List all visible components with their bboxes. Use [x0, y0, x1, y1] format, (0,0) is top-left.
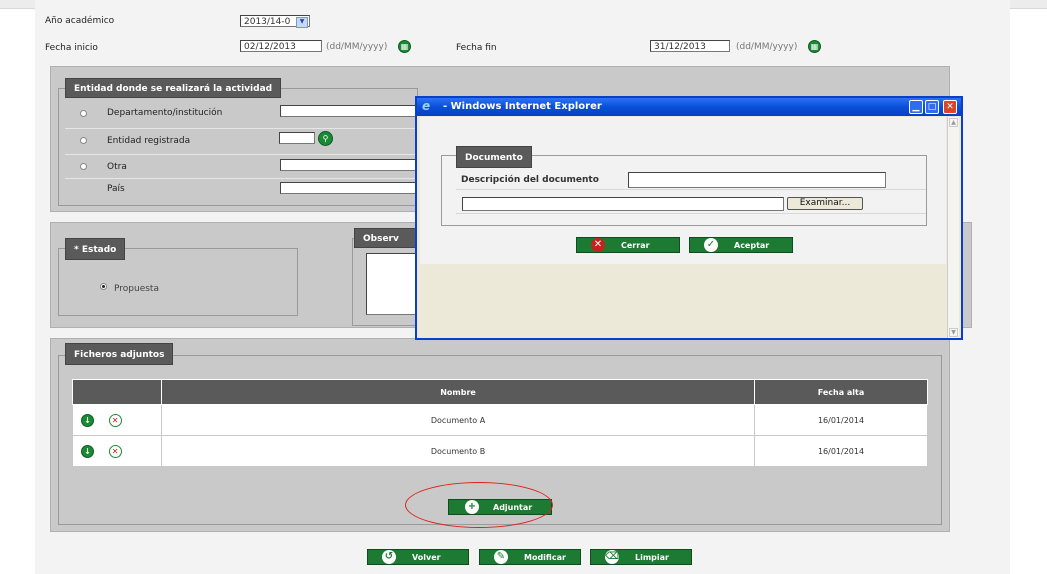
fecha-inicio-input[interactable]: 02/12/2013 [240, 40, 322, 52]
documento-legend: Documento [456, 146, 532, 168]
anio-select-value: 2013/14-0 [244, 17, 291, 27]
cerrar-button[interactable]: ✕ Cerrar [576, 237, 680, 253]
check-icon: ✓ [704, 238, 718, 252]
modificar-label: Modificar [524, 553, 566, 562]
descripcion-label: Descripción del documento [461, 175, 599, 185]
fecha-fin-hint: (dd/MM/yyyy) [736, 42, 798, 52]
ficheros-table: Nombre Fecha alta ↓ ✕ Documento A 16/01/… [72, 379, 928, 467]
scroll-up-icon[interactable]: ▲ [949, 118, 958, 127]
radio-propuesta[interactable] [100, 283, 107, 290]
anio-label: Año académico [45, 16, 115, 26]
volver-label: Volver [412, 553, 441, 562]
aceptar-button[interactable]: ✓ Aceptar [689, 237, 793, 253]
table-row: ↓ ✕ Documento A 16/01/2014 [72, 404, 928, 436]
close-icon[interactable]: ✕ [943, 100, 957, 114]
estado-legend: * Estado [65, 238, 126, 260]
cell-nombre: Documento A [161, 404, 755, 436]
calendar-icon[interactable]: ▦ [398, 40, 411, 53]
cell-fecha: 16/01/2014 [754, 404, 928, 436]
limpiar-label: Limpiar [635, 553, 669, 562]
dialog-title: - Windows Internet Explorer [443, 101, 602, 112]
radio-entidad-registrada-label: Entidad registrada [107, 136, 191, 146]
back-icon: ↺ [382, 550, 396, 564]
entidad-registrada-input[interactable] [279, 132, 315, 144]
column-header-actions [72, 379, 162, 405]
cerrar-label: Cerrar [621, 241, 650, 250]
divider [65, 178, 415, 179]
ie-logo-icon: e [422, 99, 431, 113]
radio-otra-label: Otra [107, 162, 127, 172]
column-header-fecha: Fecha alta [754, 379, 928, 405]
departamento-input[interactable] [280, 105, 416, 117]
radio-otra[interactable] [80, 163, 87, 170]
pais-label: País [107, 184, 125, 194]
delete-icon[interactable]: ✕ [108, 413, 122, 427]
dialog-body: Documento Descripción del documento Exam… [420, 117, 946, 264]
pais-input[interactable] [280, 182, 416, 194]
ie-dialog: e - Windows Internet Explorer ▁ □ ✕ Docu… [415, 96, 963, 340]
modificar-button[interactable]: ✎ Modificar [479, 549, 581, 565]
divider [456, 189, 926, 190]
otra-input[interactable] [280, 159, 416, 171]
ficheros-legend: Ficheros adjuntos [65, 343, 174, 365]
annotation-ellipse [405, 482, 553, 528]
divider [456, 213, 926, 214]
table-row: ↓ ✕ Documento B 16/01/2014 [72, 435, 928, 467]
divider [65, 128, 415, 129]
calendar-icon[interactable]: ▦ [808, 40, 821, 53]
minimize-icon[interactable]: ▁ [909, 100, 923, 114]
fecha-inicio-hint: (dd/MM/yyyy) [326, 42, 388, 52]
radio-departamento-label: Departamento/institución [107, 108, 223, 118]
volver-button[interactable]: ↺ Volver [367, 549, 469, 565]
descripcion-input[interactable] [628, 172, 886, 188]
close-circle-icon: ✕ [591, 238, 605, 252]
column-header-nombre: Nombre [161, 379, 755, 405]
search-icon[interactable]: ⚲ [318, 131, 333, 146]
limpiar-button[interactable]: ⌫ Limpiar [590, 549, 692, 565]
divider [65, 154, 415, 155]
aceptar-label: Aceptar [734, 241, 770, 250]
maximize-icon[interactable]: □ [925, 100, 939, 114]
chevron-down-icon[interactable]: ▼ [296, 17, 308, 28]
fecha-inicio-label: Fecha inicio [45, 43, 98, 53]
radio-entidad-registrada[interactable] [80, 137, 87, 144]
entidad-legend: Entidad donde se realizará la actividad [65, 78, 282, 98]
cell-fecha: 16/01/2014 [754, 435, 928, 467]
download-icon[interactable]: ↓ [81, 444, 94, 458]
anio-select[interactable]: 2013/14-0 ▼ [240, 15, 310, 28]
file-path-input[interactable] [462, 197, 784, 211]
observaciones-textarea[interactable] [366, 253, 418, 315]
fecha-fin-label: Fecha fin [456, 43, 497, 53]
scroll-down-icon[interactable]: ▼ [949, 328, 958, 337]
radio-departamento[interactable] [80, 110, 87, 117]
trash-icon: ⌫ [605, 550, 620, 564]
dialog-scrollbar[interactable]: ▲ ▼ [947, 117, 959, 338]
examinar-button[interactable]: Examinar... [787, 197, 863, 210]
edit-icon: ✎ [494, 550, 508, 564]
observaciones-legend: Observ [354, 228, 416, 248]
delete-icon[interactable]: ✕ [108, 444, 122, 458]
cell-nombre: Documento B [161, 435, 755, 467]
dialog-titlebar[interactable]: e - Windows Internet Explorer ▁ □ ✕ [417, 98, 961, 116]
fecha-fin-input[interactable]: 31/12/2013 [650, 40, 730, 52]
download-icon[interactable]: ↓ [81, 413, 94, 427]
estado-value: Propuesta [114, 284, 159, 294]
